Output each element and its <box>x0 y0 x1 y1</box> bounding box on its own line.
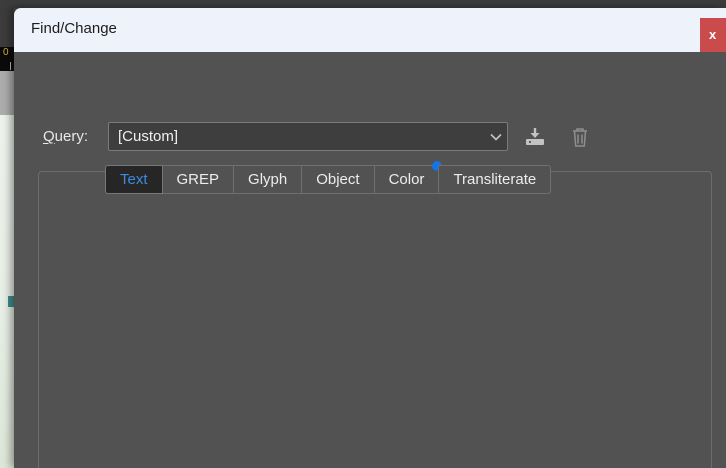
chevron-down-icon <box>485 133 507 141</box>
dialog-titlebar[interactable]: Find/Change x <box>14 8 726 52</box>
query-dropdown[interactable]: [Custom] <box>108 122 508 151</box>
dialog-body: Query: [Custom] <box>14 52 726 468</box>
save-query-icon[interactable] <box>520 123 550 151</box>
find-change-dialog: Find/Change x Query: [Custom] <box>14 8 726 468</box>
mode-tabs: Text GREP Glyph Object Color Translitera… <box>105 165 551 194</box>
text-tab-panel <box>38 171 712 468</box>
close-icon: x <box>709 27 716 42</box>
query-label: Query: <box>43 128 88 145</box>
close-button[interactable]: x <box>700 18 726 52</box>
tab-color[interactable]: Color <box>374 165 440 194</box>
query-value: [Custom] <box>109 128 485 145</box>
tab-text[interactable]: Text <box>105 165 163 194</box>
pasteboard-strip <box>0 71 14 115</box>
ruler-origin: 0 <box>0 47 14 71</box>
delete-query-icon[interactable] <box>566 123 594 151</box>
dialog-title: Find/Change <box>31 20 117 37</box>
ruler-tick <box>10 62 11 70</box>
tab-glyph[interactable]: Glyph <box>233 165 302 194</box>
tab-object[interactable]: Object <box>301 165 374 194</box>
tab-transliterate[interactable]: Transliterate <box>438 165 551 194</box>
document-page-edge <box>0 115 14 468</box>
tab-grep[interactable]: GREP <box>162 165 235 194</box>
